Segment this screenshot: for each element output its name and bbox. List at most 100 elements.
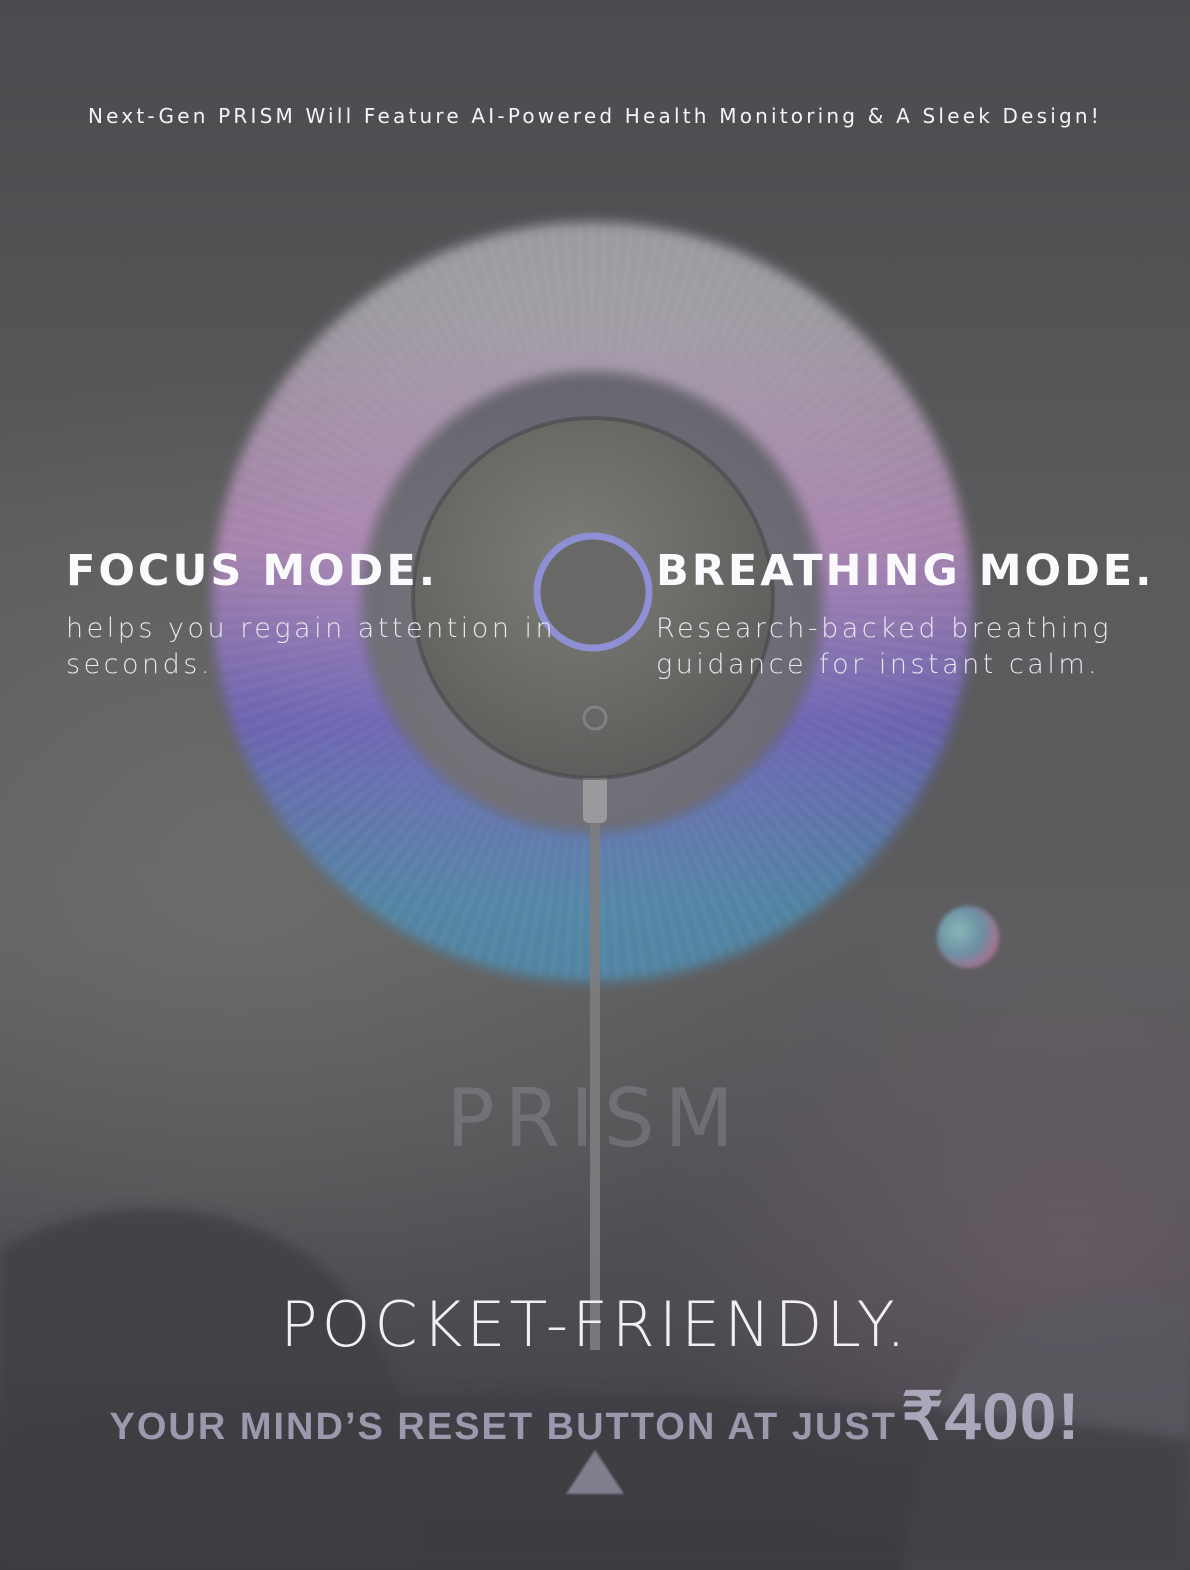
halo-ray — [257, 711, 385, 780]
halo-ray — [817, 497, 956, 538]
poster: Next-Gen PRISM Will Feature AI-Powered H… — [0, 0, 1190, 1570]
focus-mode-description: helps you regain attention in seconds. — [66, 613, 557, 680]
halo-ray — [474, 825, 520, 962]
halo-ray — [815, 484, 952, 530]
halo-ray — [806, 447, 938, 507]
halo-ray — [790, 726, 913, 803]
halo-ray — [790, 401, 913, 478]
halo-ray — [799, 424, 927, 493]
breathing-mode-title: BREATHING MODE. — [656, 546, 1155, 596]
halo-ray — [729, 791, 815, 909]
halo-ray — [578, 836, 585, 980]
halo-ray — [656, 827, 697, 966]
halo-ray — [414, 809, 483, 937]
halo-ray — [795, 718, 920, 792]
price-tagline: YOUR MIND’S RESET BUTTON AT JUST ₹400! — [0, 1378, 1190, 1455]
halo-ray — [771, 752, 882, 846]
halo-ray — [271, 726, 394, 803]
breathing-mode-section: BREATHING MODE. Research-backed breathin… — [656, 545, 1156, 683]
halo-ray — [278, 390, 398, 472]
halo-ray — [380, 796, 462, 916]
halo-ray — [285, 739, 403, 825]
halo-ray — [319, 338, 424, 440]
halo-ray — [679, 819, 735, 953]
halo-ray — [736, 303, 826, 418]
halo-ray — [754, 770, 856, 875]
halo-ray — [664, 825, 710, 962]
halo-ray — [246, 447, 378, 507]
halo-ray — [766, 348, 874, 446]
halo-ray — [310, 348, 418, 446]
halo-ray — [708, 805, 782, 930]
halo-ray — [236, 681, 372, 732]
device-sensor-dot — [582, 705, 608, 731]
halo-ray — [640, 831, 672, 972]
pocket-friendly-heading: POCKET-FRIENDLY. — [280, 1288, 910, 1361]
device-stem-joint — [583, 775, 607, 823]
halo-ray — [310, 758, 418, 856]
halo-ray — [236, 472, 372, 523]
halo-ray — [348, 312, 442, 423]
halo-ray — [760, 764, 865, 866]
halo-ray — [809, 459, 943, 515]
floating-orb — [937, 906, 999, 968]
halo-ray — [799, 711, 927, 780]
halo-ray — [716, 281, 793, 404]
halo-ray — [264, 718, 389, 792]
halo-ray — [348, 781, 442, 892]
halo-ray — [615, 835, 633, 978]
halo-ray — [736, 786, 826, 901]
halo-ray — [391, 281, 468, 404]
halo-ray — [499, 829, 536, 969]
halo-ray — [648, 829, 685, 969]
halo-ray — [748, 320, 846, 428]
halo-ray — [380, 288, 462, 408]
halo-ray — [694, 261, 759, 392]
headline: Next-Gen PRISM Will Feature AI-Powered H… — [87, 104, 1103, 128]
halo-ray — [679, 251, 735, 385]
halo-ray — [328, 329, 430, 434]
halo-ray — [565, 836, 577, 980]
halo-ray — [716, 800, 793, 923]
halo-ray — [722, 288, 804, 408]
halo-ray — [402, 805, 476, 930]
halo-ray — [278, 732, 398, 814]
halo-ray — [319, 764, 424, 866]
halo-ray — [802, 435, 933, 500]
halo-ray — [487, 827, 528, 966]
halo-ray — [809, 689, 943, 745]
halo-ray — [402, 274, 476, 399]
tagline-price: ₹400! — [901, 1379, 1081, 1453]
halo-ray — [760, 338, 865, 440]
halo-ray — [607, 224, 619, 368]
halo-ray — [742, 312, 836, 423]
halo-ray — [264, 412, 389, 486]
halo-ray — [251, 435, 382, 500]
device-stem — [590, 790, 600, 1350]
halo-ray — [246, 697, 378, 757]
halo-ray — [414, 267, 483, 395]
halo-ray — [251, 704, 382, 769]
halo-ray — [302, 358, 413, 452]
halo-ray — [729, 295, 815, 413]
halo-ray — [748, 776, 846, 884]
halo-ray — [271, 401, 394, 478]
up-triangle-icon[interactable] — [566, 1450, 624, 1494]
halo-ray — [369, 295, 455, 413]
breathing-mode-description: Research-backed breathing guidance for i… — [656, 613, 1112, 680]
halo-ray — [487, 238, 528, 377]
halo-ray — [499, 235, 536, 375]
halo-ray — [795, 412, 920, 486]
halo-ray — [285, 379, 403, 465]
halo-ray — [449, 819, 505, 953]
halo-ray — [391, 800, 468, 923]
halo-ray — [781, 379, 899, 465]
halo-ray — [819, 509, 959, 546]
halo-ray — [599, 224, 606, 368]
halo-ray — [742, 781, 836, 892]
halo-ray — [624, 227, 646, 370]
halo-ray — [462, 246, 513, 382]
halo-ray — [449, 251, 505, 385]
focus-mode-title: FOCUS MODE. — [66, 546, 439, 596]
halo-ray — [551, 835, 569, 978]
